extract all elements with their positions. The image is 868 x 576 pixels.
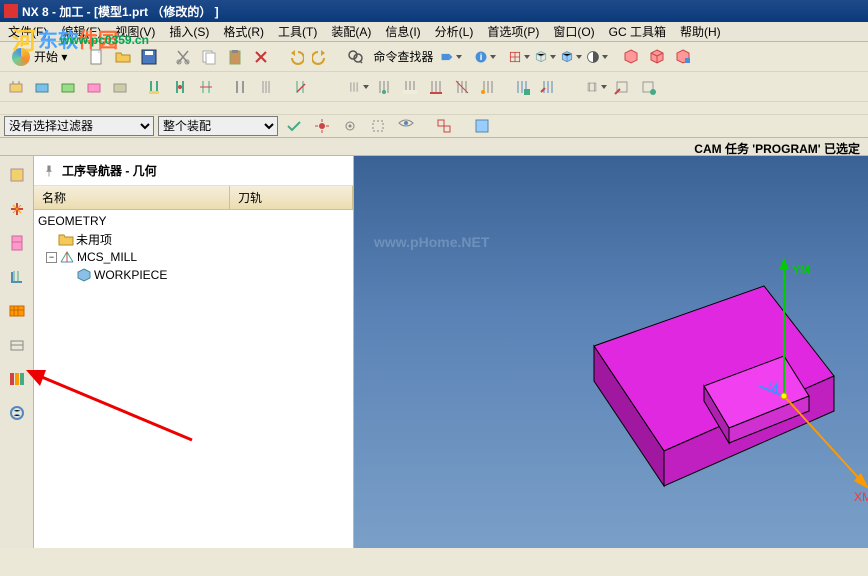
- view4-icon[interactable]: [585, 45, 609, 69]
- col-name[interactable]: 名称: [34, 186, 230, 209]
- title-bar: NX 8 - 加工 - [模型1.prt （修改的） ]: [0, 0, 868, 22]
- menu-assembly[interactable]: 装配(A): [325, 23, 377, 40]
- sb-nav2-icon[interactable]: [4, 196, 30, 222]
- filter-bar: 没有选择过滤器 整个装配: [0, 114, 868, 138]
- col-tool[interactable]: 刀轨: [230, 186, 353, 209]
- cam-m5-icon[interactable]: [450, 75, 474, 99]
- scope-select[interactable]: 整个装配: [158, 116, 278, 136]
- filter-select[interactable]: 没有选择过滤器: [4, 116, 154, 136]
- tree-row-unused[interactable]: 未用项: [34, 230, 353, 248]
- cam-op3-icon[interactable]: [56, 75, 80, 99]
- cam-m6-icon[interactable]: [476, 75, 500, 99]
- collapse-icon[interactable]: −: [46, 252, 57, 263]
- csys-icon: [59, 250, 75, 264]
- callout-arrow: [22, 360, 202, 450]
- view1-icon[interactable]: [507, 45, 531, 69]
- cam-g2-icon[interactable]: [254, 75, 278, 99]
- f-btn2-icon[interactable]: [310, 114, 334, 138]
- toolbar-cam: [0, 72, 868, 102]
- delete-icon[interactable]: [249, 45, 273, 69]
- cam-s1-icon[interactable]: [510, 75, 534, 99]
- tree-row-mcs[interactable]: − MCS_MILL: [34, 248, 353, 266]
- cam-m1-icon[interactable]: [346, 75, 370, 99]
- menu-tools[interactable]: 工具(T): [272, 23, 323, 40]
- menu-window[interactable]: 窗口(O): [547, 23, 600, 40]
- cam-t3-icon[interactable]: [194, 75, 218, 99]
- cam-op1-icon[interactable]: [4, 75, 28, 99]
- menu-gc[interactable]: GC 工具箱: [603, 23, 672, 40]
- cam-op5-icon[interactable]: [108, 75, 132, 99]
- tree-row-geometry[interactable]: GEOMETRY: [34, 212, 353, 230]
- tree-row-workpiece[interactable]: WORKPIECE: [34, 266, 353, 284]
- cam-s2-icon[interactable]: [536, 75, 560, 99]
- cam-m3-icon[interactable]: [398, 75, 422, 99]
- cam-m4-icon[interactable]: [424, 75, 448, 99]
- sb-nav3-icon[interactable]: [4, 230, 30, 256]
- sb-nav6-icon[interactable]: [4, 332, 30, 358]
- cam-x2-icon[interactable]: [610, 75, 634, 99]
- f-btn7-icon[interactable]: [470, 114, 494, 138]
- menu-analysis[interactable]: 分析(L): [429, 23, 480, 40]
- cam-p1-icon[interactable]: [288, 75, 312, 99]
- nav-columns: 名称 刀轨: [34, 186, 353, 210]
- cmd-finder-go-icon[interactable]: [439, 45, 463, 69]
- cam-op2-icon[interactable]: [30, 75, 54, 99]
- watermark-url: www.pc0359.cn: [60, 33, 149, 47]
- view2-icon[interactable]: [533, 45, 557, 69]
- sb-nav1-icon[interactable]: [4, 162, 30, 188]
- folder-icon: [58, 232, 74, 246]
- paste-icon[interactable]: [223, 45, 247, 69]
- f-btn6-icon[interactable]: [432, 114, 456, 138]
- spacer: [0, 102, 868, 108]
- cmd-finder-label: 命令查找器: [369, 48, 437, 65]
- redo-icon[interactable]: [309, 45, 333, 69]
- nav-title: 工序导航器 - 几何: [34, 156, 353, 186]
- part-3d: [574, 256, 854, 516]
- box2-icon[interactable]: [645, 45, 669, 69]
- cmd-finder-icon[interactable]: [343, 45, 367, 69]
- svg-text:XM: XM: [854, 490, 868, 504]
- view3-icon[interactable]: [559, 45, 583, 69]
- sb-nav4-icon[interactable]: [4, 264, 30, 290]
- menu-info[interactable]: 信息(I): [379, 23, 426, 40]
- box1-icon[interactable]: [619, 45, 643, 69]
- sb-nav5-icon[interactable]: [4, 298, 30, 324]
- svg-text:i: i: [480, 52, 483, 62]
- cam-t2-icon[interactable]: [168, 75, 192, 99]
- f-btn1-icon[interactable]: [282, 114, 306, 138]
- box3-icon[interactable]: [671, 45, 695, 69]
- cam-x3-icon[interactable]: [636, 75, 660, 99]
- viewport[interactable]: www.pHome.NET YM XM M: [354, 156, 868, 548]
- window-title: NX 8 - 加工 - [模型1.prt （修改的） ]: [22, 3, 219, 20]
- menu-help[interactable]: 帮助(H): [674, 23, 727, 40]
- left-sidebar: [0, 156, 34, 548]
- copy-icon[interactable]: [197, 45, 221, 69]
- status-text: CAM 任务 'PROGRAM' 已选定: [694, 142, 860, 156]
- menu-format[interactable]: 格式(R): [217, 23, 270, 40]
- cam-x1-icon[interactable]: [584, 75, 608, 99]
- f-btn5-icon[interactable]: [394, 114, 418, 138]
- undo-icon[interactable]: [283, 45, 307, 69]
- app-icon: [4, 4, 18, 18]
- cam-op4-icon[interactable]: [82, 75, 106, 99]
- info-icon[interactable]: i: [473, 45, 497, 69]
- watermark-text: www.pHome.NET: [374, 234, 489, 250]
- operation-navigator: 工序导航器 - 几何 名称 刀轨 GEOMETRY 未用项 − MCS_MILL: [34, 156, 354, 548]
- cam-t1-icon[interactable]: [142, 75, 166, 99]
- f-btn3-icon[interactable]: [338, 114, 362, 138]
- status-bar: CAM 任务 'PROGRAM' 已选定: [0, 138, 868, 156]
- workpiece-icon: [76, 268, 92, 282]
- cam-m2-icon[interactable]: [372, 75, 396, 99]
- menu-prefs[interactable]: 首选项(P): [481, 23, 545, 40]
- cam-g1-icon[interactable]: [228, 75, 252, 99]
- pin-icon: [42, 164, 56, 178]
- f-btn4-icon[interactable]: [366, 114, 390, 138]
